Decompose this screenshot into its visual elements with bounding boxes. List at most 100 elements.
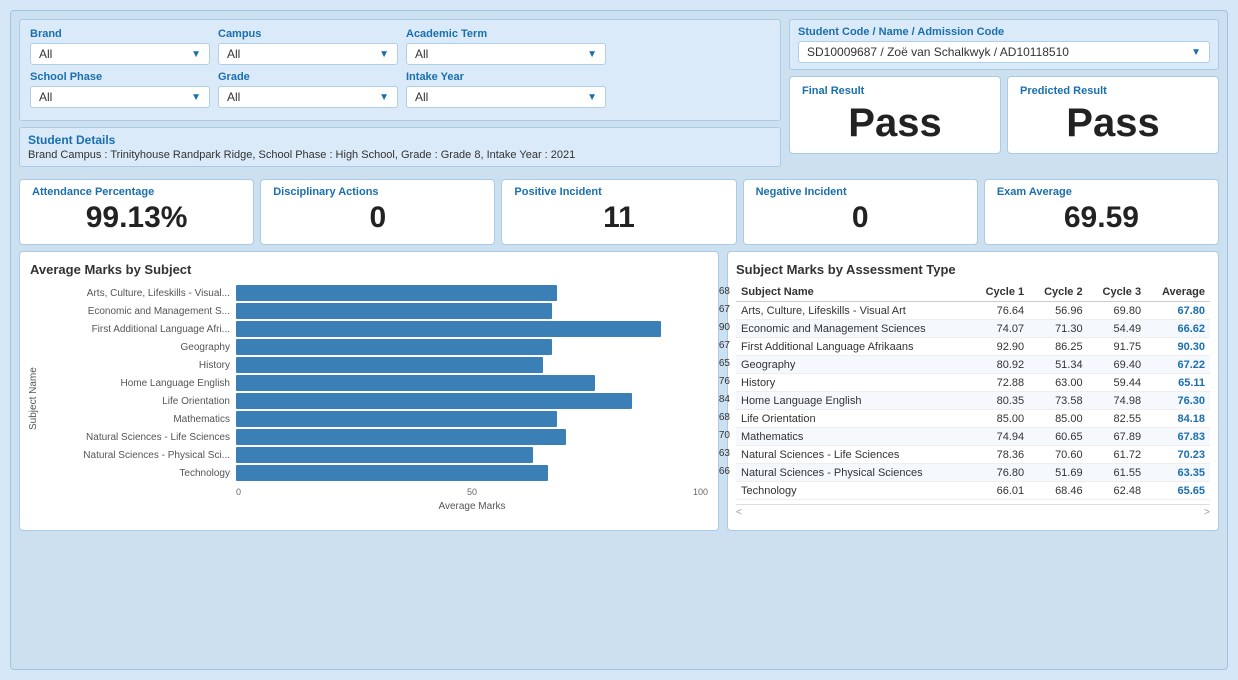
- cell-average: 67.80: [1146, 302, 1210, 320]
- chart-wrapper: Subject Name Arts, Culture, Lifeskills -…: [30, 285, 708, 512]
- filter-section: Brand All ▼ Campus All ▼: [19, 19, 781, 121]
- cell-average: 67.83: [1146, 428, 1210, 446]
- bar-row: History65: [41, 357, 708, 373]
- stats-row: Attendance Percentage 99.13% Disciplinar…: [19, 179, 1219, 245]
- col-average: Average: [1146, 283, 1210, 302]
- cell-cycle2: 63.00: [1029, 374, 1087, 392]
- bar-fill: [236, 465, 548, 481]
- stat-disciplinary-value: 0: [273, 200, 482, 236]
- bar-fill: [236, 375, 595, 391]
- academic-term-select[interactable]: All ▼: [406, 43, 606, 65]
- stat-attendance-label: Attendance Percentage: [32, 186, 241, 198]
- bar-row: Natural Sciences - Life Sciences70: [41, 429, 708, 445]
- bar-row: Natural Sciences - Physical Sci...63: [41, 447, 708, 463]
- bar-fill: [236, 285, 557, 301]
- campus-select[interactable]: All ▼: [218, 43, 398, 65]
- scroll-left-icon[interactable]: <: [736, 507, 742, 518]
- filters-left: Brand All ▼ Campus All ▼: [19, 19, 781, 173]
- bar-fill: [236, 393, 632, 409]
- chart-area: Arts, Culture, Lifeskills - Visual...68E…: [41, 285, 708, 512]
- bar-value-label: 90: [719, 322, 730, 333]
- table-title: Subject Marks by Assessment Type: [736, 262, 1210, 277]
- bar-value-label: 84: [719, 394, 730, 405]
- cell-subject: Mathematics: [736, 428, 971, 446]
- bar-value-label: 63: [719, 448, 730, 459]
- academic-term-label: Academic Term: [406, 28, 606, 40]
- cell-cycle1: 74.94: [971, 428, 1029, 446]
- scroll-right-icon[interactable]: >: [1204, 507, 1210, 518]
- predicted-result-label: Predicted Result: [1020, 85, 1206, 97]
- axis-tick-100: 100: [551, 487, 708, 497]
- cell-cycle3: 91.75: [1088, 338, 1146, 356]
- academic-term-value: All: [415, 47, 428, 61]
- stat-attendance: Attendance Percentage 99.13%: [19, 179, 254, 245]
- filter-group-intake-year: Intake Year All ▼: [406, 71, 606, 108]
- school-phase-select[interactable]: All ▼: [30, 86, 210, 108]
- student-details: Student Details Brand Campus : Trinityho…: [19, 127, 781, 167]
- cell-cycle1: 66.01: [971, 482, 1029, 500]
- table-header-row: Subject Name Cycle 1 Cycle 2 Cycle 3 Ave…: [736, 283, 1210, 302]
- bar-row: Geography67: [41, 339, 708, 355]
- y-axis-label: Subject Name: [28, 285, 39, 512]
- bar-value-label: 66: [719, 466, 730, 477]
- campus-value: All: [227, 47, 240, 61]
- bar-value-label: 68: [719, 412, 730, 423]
- cell-subject: Geography: [736, 356, 971, 374]
- cell-cycle3: 61.55: [1088, 464, 1146, 482]
- cell-cycle2: 51.69: [1029, 464, 1087, 482]
- stat-negative-label: Negative Incident: [756, 186, 965, 198]
- axis-tick-50: 50: [393, 487, 550, 497]
- cell-subject: Life Orientation: [736, 410, 971, 428]
- cell-average: 90.30: [1146, 338, 1210, 356]
- stat-positive-label: Positive Incident: [514, 186, 723, 198]
- final-result-box: Final Result Pass: [789, 76, 1001, 154]
- cell-average: 84.18: [1146, 410, 1210, 428]
- table-row: Natural Sciences - Life Sciences78.3670.…: [736, 446, 1210, 464]
- filter-row-1: Brand All ▼ Campus All ▼: [30, 28, 770, 65]
- stat-exam-avg-value: 69.59: [997, 200, 1206, 236]
- bar-container: 84: [236, 393, 708, 409]
- bar-container: 76: [236, 375, 708, 391]
- bar-fill: [236, 357, 543, 373]
- cell-subject: First Additional Language Afrikaans: [736, 338, 971, 356]
- brand-label: Brand: [30, 28, 210, 40]
- brand-select[interactable]: All ▼: [30, 43, 210, 65]
- cell-average: 66.62: [1146, 320, 1210, 338]
- grade-select[interactable]: All ▼: [218, 86, 398, 108]
- bar-fill: [236, 321, 661, 337]
- cell-cycle1: 80.92: [971, 356, 1029, 374]
- stat-attendance-value: 99.13%: [32, 200, 241, 236]
- cell-cycle2: 51.34: [1029, 356, 1087, 374]
- table-scroll-hint: < >: [736, 504, 1210, 520]
- cell-subject: Economic and Management Sciences: [736, 320, 971, 338]
- filter-group-grade: Grade All ▼: [218, 71, 398, 108]
- bar-value-label: 76: [719, 376, 730, 387]
- bar-container: 66: [236, 465, 708, 481]
- x-axis-label: Average Marks: [236, 501, 708, 512]
- campus-chevron-icon: ▼: [379, 49, 389, 60]
- bar-label: Mathematics: [41, 414, 236, 425]
- cell-average: 70.23: [1146, 446, 1210, 464]
- stat-exam-avg: Exam Average 69.59: [984, 179, 1219, 245]
- bar-label: First Additional Language Afri...: [41, 324, 236, 335]
- col-cycle1: Cycle 1: [971, 283, 1029, 302]
- intake-year-select[interactable]: All ▼: [406, 86, 606, 108]
- predicted-result-value: Pass: [1020, 101, 1206, 145]
- bar-row: First Additional Language Afri...90: [41, 321, 708, 337]
- table-row: Technology66.0168.4662.4865.65: [736, 482, 1210, 500]
- bar-row: Technology66: [41, 465, 708, 481]
- col-cycle2: Cycle 2: [1029, 283, 1087, 302]
- cell-average: 65.65: [1146, 482, 1210, 500]
- bar-label: History: [41, 360, 236, 371]
- bar-label: Technology: [41, 468, 236, 479]
- top-section: Brand All ▼ Campus All ▼: [19, 19, 1219, 173]
- cell-cycle1: 72.88: [971, 374, 1029, 392]
- grade-label: Grade: [218, 71, 398, 83]
- cell-subject: Home Language English: [736, 392, 971, 410]
- cell-subject: History: [736, 374, 971, 392]
- cell-subject: Arts, Culture, Lifeskills - Visual Art: [736, 302, 971, 320]
- intake-year-chevron-icon: ▼: [587, 92, 597, 103]
- school-phase-label: School Phase: [30, 71, 210, 83]
- cell-cycle3: 69.40: [1088, 356, 1146, 374]
- student-code-select[interactable]: SD10009687 / Zoë van Schalkwyk / AD10118…: [798, 41, 1210, 63]
